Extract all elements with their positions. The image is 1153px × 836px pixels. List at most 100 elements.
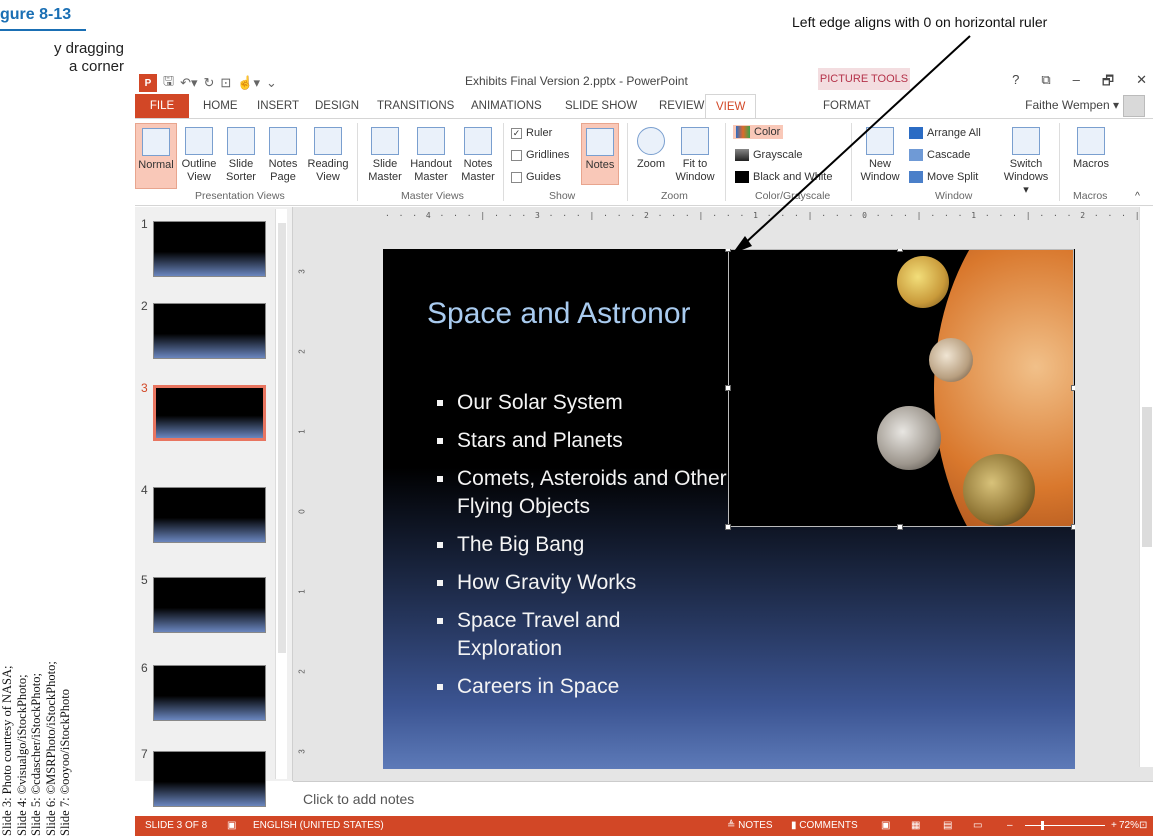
zoom-slider[interactable] <box>1025 825 1105 826</box>
zoom-in-icon[interactable]: + <box>1111 820 1117 831</box>
restore-icon[interactable]: 🗗 <box>1102 72 1114 94</box>
resize-handle[interactable] <box>725 385 731 391</box>
user-name[interactable]: Faithe Wempen ▾ <box>1025 98 1119 112</box>
bullet-item: The Big Bang <box>437 531 727 559</box>
powerpoint-logo-icon[interactable]: P <box>139 74 157 92</box>
slide-canvas[interactable]: Space and Astronor Our Solar System Star… <box>383 249 1075 769</box>
tab-format[interactable]: FORMAT <box>813 94 881 118</box>
resize-handle[interactable] <box>725 524 731 530</box>
black-white-button[interactable]: Black and White <box>735 171 832 183</box>
checkbox-label: Gridlines <box>526 149 570 161</box>
scrollbar-thumb[interactable] <box>1142 407 1152 547</box>
reading-view-status-icon[interactable]: ▤ <box>943 820 952 831</box>
button-label: Master <box>461 171 495 183</box>
ruler-label: 0 <box>297 509 307 514</box>
normal-view-status-icon[interactable]: ▣ <box>881 820 890 831</box>
button-label: Zoom <box>636 158 666 170</box>
button-label: Page <box>270 171 296 183</box>
fit-to-window-button[interactable]: Fit to Window <box>673 123 717 184</box>
move-split-button[interactable]: Move Split <box>909 171 978 183</box>
resize-handle[interactable] <box>1071 524 1075 530</box>
group-label-macros: Macros <box>1073 190 1108 202</box>
button-label: Cascade <box>927 149 971 161</box>
credit-line: Slide 4: ©visualgo/iStockPhoto; <box>14 674 29 836</box>
help-icon[interactable]: ? <box>1012 72 1019 94</box>
normal-view-button[interactable]: Normal <box>135 123 177 189</box>
scrollbar-thumb[interactable] <box>278 223 286 653</box>
comments-toggle[interactable]: ▮ COMMENTS <box>791 820 858 831</box>
close-icon[interactable]: ✕ <box>1136 72 1147 94</box>
resize-handle[interactable] <box>1071 385 1075 391</box>
zoom-out-icon[interactable]: – <box>1007 820 1013 831</box>
switch-windows-button[interactable]: Switch Windows ▾ <box>1001 123 1051 197</box>
thumbnail-image <box>153 385 266 441</box>
work-area: 1 2 3 4 5 6 7 · · · 4 · · · | · · · 3 · … <box>135 207 1153 807</box>
tab-design[interactable]: DESIGN <box>305 94 369 118</box>
touch-mode-icon[interactable]: ☝▾ <box>237 75 260 91</box>
cascade-button[interactable]: Cascade <box>909 149 970 161</box>
zoom-level[interactable]: 72% <box>1119 820 1139 831</box>
slideshow-status-icon[interactable]: ▭ <box>973 820 982 831</box>
space-picture[interactable] <box>728 249 1074 527</box>
notes-page-button[interactable]: Notes Page <box>263 123 303 184</box>
tab-view[interactable]: VIEW <box>705 94 757 118</box>
avatar[interactable] <box>1123 95 1145 117</box>
handout-master-button[interactable]: Handout Master <box>407 123 455 184</box>
macros-button[interactable]: Macros <box>1067 123 1115 171</box>
fit-window-icon <box>681 127 709 155</box>
spellcheck-icon[interactable]: ▣ <box>227 820 236 831</box>
slide-master-button[interactable]: Slide Master <box>365 123 405 184</box>
ruler-label: 1 <box>297 589 307 594</box>
tab-home[interactable]: HOME <box>193 94 248 118</box>
arrange-all-button[interactable]: Arrange All <box>909 127 981 139</box>
zoom-slider-knob[interactable] <box>1041 821 1044 830</box>
save-icon[interactable]: 🖫 <box>163 72 174 94</box>
guides-checkbox[interactable]: Guides <box>511 171 561 183</box>
collapse-ribbon-icon[interactable]: ^ <box>1135 190 1140 202</box>
group-label-presentation-views: Presentation Views <box>195 190 285 202</box>
bullet-list[interactable]: Our Solar System Stars and Planets Comet… <box>437 389 727 711</box>
zoom-button[interactable]: Zoom <box>633 123 669 171</box>
button-label: Slide <box>228 158 254 170</box>
grayscale-button[interactable]: Grayscale <box>735 149 803 161</box>
notes-pane[interactable]: Click to add notes <box>293 781 1153 816</box>
tab-animations[interactable]: ANIMATIONS <box>461 94 552 118</box>
undo-icon[interactable]: ↶▾ <box>180 75 197 91</box>
start-slideshow-icon[interactable]: ⊡ <box>220 75 231 91</box>
outline-view-button[interactable]: Outline View <box>179 123 219 184</box>
ruler-label: 2 <box>297 349 307 354</box>
notes-master-button[interactable]: Notes Master <box>457 123 499 184</box>
slide-sorter-icon <box>227 127 255 155</box>
resize-handle[interactable] <box>725 249 731 252</box>
outline-view-icon <box>185 127 213 155</box>
color-button[interactable]: Color <box>733 125 784 139</box>
group-label-show: Show <box>549 190 576 202</box>
reading-view-button[interactable]: Reading View <box>305 123 351 184</box>
slide-scrollbar[interactable] <box>1139 207 1153 767</box>
new-window-button[interactable]: New Window <box>857 123 903 184</box>
ruler-checkbox[interactable]: ✓ Ruler <box>511 127 552 139</box>
thumbnail-scrollbar[interactable] <box>275 209 287 779</box>
redo-icon[interactable]: ↻ <box>204 75 215 91</box>
gridlines-checkbox[interactable]: Gridlines <box>511 149 569 161</box>
reading-view-icon <box>314 127 342 155</box>
tab-file[interactable]: FILE <box>135 94 189 118</box>
slide-title[interactable]: Space and Astronor <box>427 297 691 331</box>
grayscale-icon <box>735 149 749 161</box>
fit-slide-icon[interactable]: ⊡ <box>1139 820 1147 831</box>
notes-toggle[interactable]: ≜ NOTES <box>727 820 773 831</box>
tab-slide-show[interactable]: SLIDE SHOW <box>555 94 647 118</box>
group-divider <box>725 123 726 201</box>
resize-handle[interactable] <box>897 524 903 530</box>
slide-sorter-button[interactable]: Slide Sorter <box>221 123 261 184</box>
notes-pane-button[interactable]: Notes <box>581 123 619 185</box>
resize-handle[interactable] <box>897 249 903 252</box>
language-indicator[interactable]: ENGLISH (UNITED STATES) <box>253 820 384 831</box>
tab-insert[interactable]: INSERT <box>247 94 309 118</box>
customize-toolbar-icon[interactable]: ⌄ <box>266 75 277 91</box>
tab-transitions[interactable]: TRANSITIONS <box>367 94 464 118</box>
minimize-icon[interactable]: – <box>1073 72 1080 94</box>
bullet-item: Careers in Space <box>437 673 727 701</box>
slide-sorter-status-icon[interactable]: ▦ <box>911 820 920 831</box>
ribbon-display-icon[interactable]: ⧉ <box>1041 72 1050 94</box>
